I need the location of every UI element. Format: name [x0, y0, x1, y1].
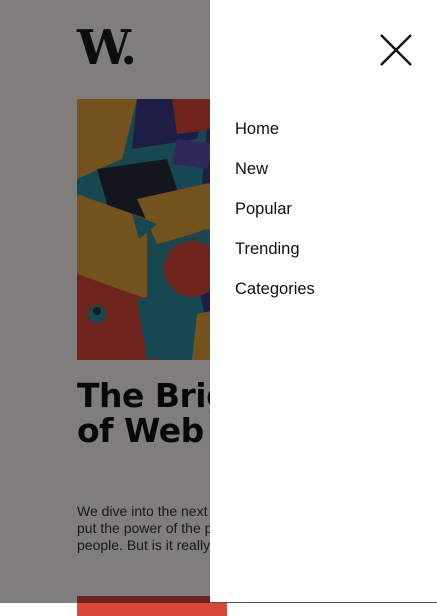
close-menu-button[interactable] — [380, 34, 412, 66]
nav-item-new[interactable]: New — [235, 158, 315, 198]
main-navigation: Home New Popular Trending Categories — [235, 118, 315, 318]
navigation-drawer: Home New Popular Trending Categories — [210, 0, 437, 603]
nav-item-home[interactable]: Home — [235, 118, 315, 158]
nav-item-categories[interactable]: Categories — [235, 278, 315, 318]
close-icon — [380, 34, 412, 66]
nav-item-trending[interactable]: Trending — [235, 238, 315, 278]
nav-item-popular[interactable]: Popular — [235, 198, 315, 238]
